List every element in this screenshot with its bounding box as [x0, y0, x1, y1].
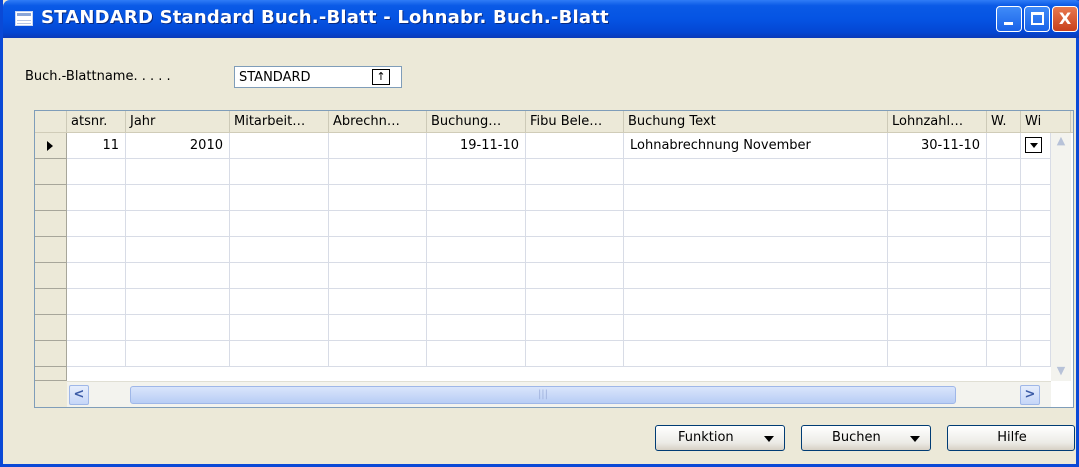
table-row[interactable] — [35, 237, 1073, 263]
scroll-left-icon[interactable]: < — [69, 385, 89, 405]
table-row[interactable] — [35, 315, 1073, 341]
grid-header: atsnr. Jahr Mitarbeit… Abrechn… Buchung…… — [35, 111, 1073, 133]
horizontal-scroll-thumb[interactable]: ||| — [130, 386, 956, 404]
column-header-buchung-text[interactable]: Buchung Text — [624, 111, 888, 132]
table-row[interactable] — [35, 367, 1073, 381]
row-selector[interactable] — [35, 367, 67, 381]
journal-name-field[interactable]: STANDARD ↑ — [234, 66, 402, 88]
table-row[interactable]: 11 2010 19-11-10 Lohnabrechnung November… — [35, 133, 1073, 159]
column-header-fibu-beleg[interactable]: Fibu Bele… — [526, 111, 624, 132]
column-header-w[interactable]: W. — [987, 111, 1021, 132]
column-header-jahr[interactable]: Jahr — [126, 111, 230, 132]
chevron-down-icon — [764, 436, 774, 442]
column-header-abrechnung[interactable]: Abrechn… — [329, 111, 427, 132]
cell-mitarbeiter[interactable] — [230, 133, 329, 159]
column-header-lohnzahlung[interactable]: Lohnzahl… — [888, 111, 987, 132]
row-selector[interactable] — [35, 185, 67, 211]
funktion-button-label: Funktion — [678, 430, 734, 445]
minimize-button[interactable] — [996, 6, 1022, 32]
journal-name-value: STANDARD — [239, 70, 311, 85]
table-row[interactable] — [35, 159, 1073, 185]
close-button[interactable]: X — [1052, 6, 1078, 32]
hilfe-button-label: Hilfe — [997, 430, 1027, 445]
buchen-menu-button[interactable]: Buchen — [801, 425, 931, 451]
chevron-down-icon — [910, 436, 920, 442]
dropdown-arrow-icon[interactable] — [1025, 137, 1042, 153]
row-selector[interactable] — [35, 315, 67, 341]
cell-jahr[interactable]: 2010 — [126, 133, 230, 159]
cell-w[interactable] — [987, 133, 1021, 159]
window-title: STANDARD Standard Buch.-Blatt - Lohnabr.… — [41, 7, 609, 28]
lookup-arrow-icon[interactable]: ↑ — [372, 69, 390, 85]
title-bar[interactable]: STANDARD Standard Buch.-Blatt - Lohnabr.… — [3, 0, 1079, 38]
header-selector-corner — [35, 111, 67, 132]
table-row[interactable] — [35, 185, 1073, 211]
hilfe-button[interactable]: Hilfe — [947, 425, 1075, 451]
cell-buchung-text[interactable]: Lohnabrechnung November — [624, 133, 888, 159]
cell-lohnzahlung[interactable]: 30-11-10 — [888, 133, 987, 159]
cell-atsnr[interactable]: 11 — [67, 133, 126, 159]
row-selector[interactable] — [35, 289, 67, 315]
row-selector[interactable] — [35, 159, 67, 185]
cell-buchungsdatum[interactable]: 19-11-10 — [427, 133, 526, 159]
close-icon: X — [1058, 9, 1072, 28]
current-row-arrow-icon — [47, 141, 53, 151]
table-row[interactable] — [35, 211, 1073, 237]
cell-wi[interactable] — [1021, 133, 1051, 159]
scroll-up-icon[interactable]: ▲ — [1053, 133, 1069, 149]
scroll-right-icon[interactable]: > — [1020, 385, 1040, 405]
row-selector[interactable] — [35, 263, 67, 289]
minimize-icon — [1004, 22, 1013, 25]
horizontal-scrollbar[interactable]: < ||| > — [67, 381, 1051, 407]
buchen-button-label: Buchen — [832, 430, 881, 445]
journal-lines-grid: atsnr. Jahr Mitarbeit… Abrechn… Buchung…… — [34, 110, 1074, 408]
column-header-mitarbeiter[interactable]: Mitarbeit… — [230, 111, 329, 132]
scrollbar-corner — [35, 381, 67, 407]
row-selector[interactable] — [35, 341, 67, 367]
funktion-menu-button[interactable]: Funktion — [655, 425, 785, 451]
journal-window: STANDARD Standard Buch.-Blatt - Lohnabr.… — [0, 0, 1079, 467]
column-header-buchungsdatum[interactable]: Buchung… — [427, 111, 526, 132]
scroll-down-icon[interactable]: ▼ — [1053, 363, 1069, 379]
table-window-icon — [15, 11, 33, 26]
vertical-scrollbar[interactable]: ▲ ▼ — [1051, 133, 1071, 381]
cell-abrechnung[interactable] — [329, 133, 427, 159]
journal-name-label: Buch.-Blattname. . . . . — [25, 69, 171, 84]
column-header-atsnr[interactable]: atsnr. — [67, 111, 126, 132]
row-selector[interactable] — [35, 237, 67, 263]
maximize-icon — [1031, 12, 1044, 25]
column-header-wi[interactable]: Wi — [1021, 111, 1071, 132]
table-row[interactable] — [35, 289, 1073, 315]
cell-fibu-beleg[interactable] — [526, 133, 624, 159]
maximize-button[interactable] — [1024, 6, 1050, 32]
table-row[interactable] — [35, 263, 1073, 289]
table-row[interactable] — [35, 341, 1073, 367]
row-selector[interactable] — [35, 133, 67, 159]
row-selector[interactable] — [35, 211, 67, 237]
